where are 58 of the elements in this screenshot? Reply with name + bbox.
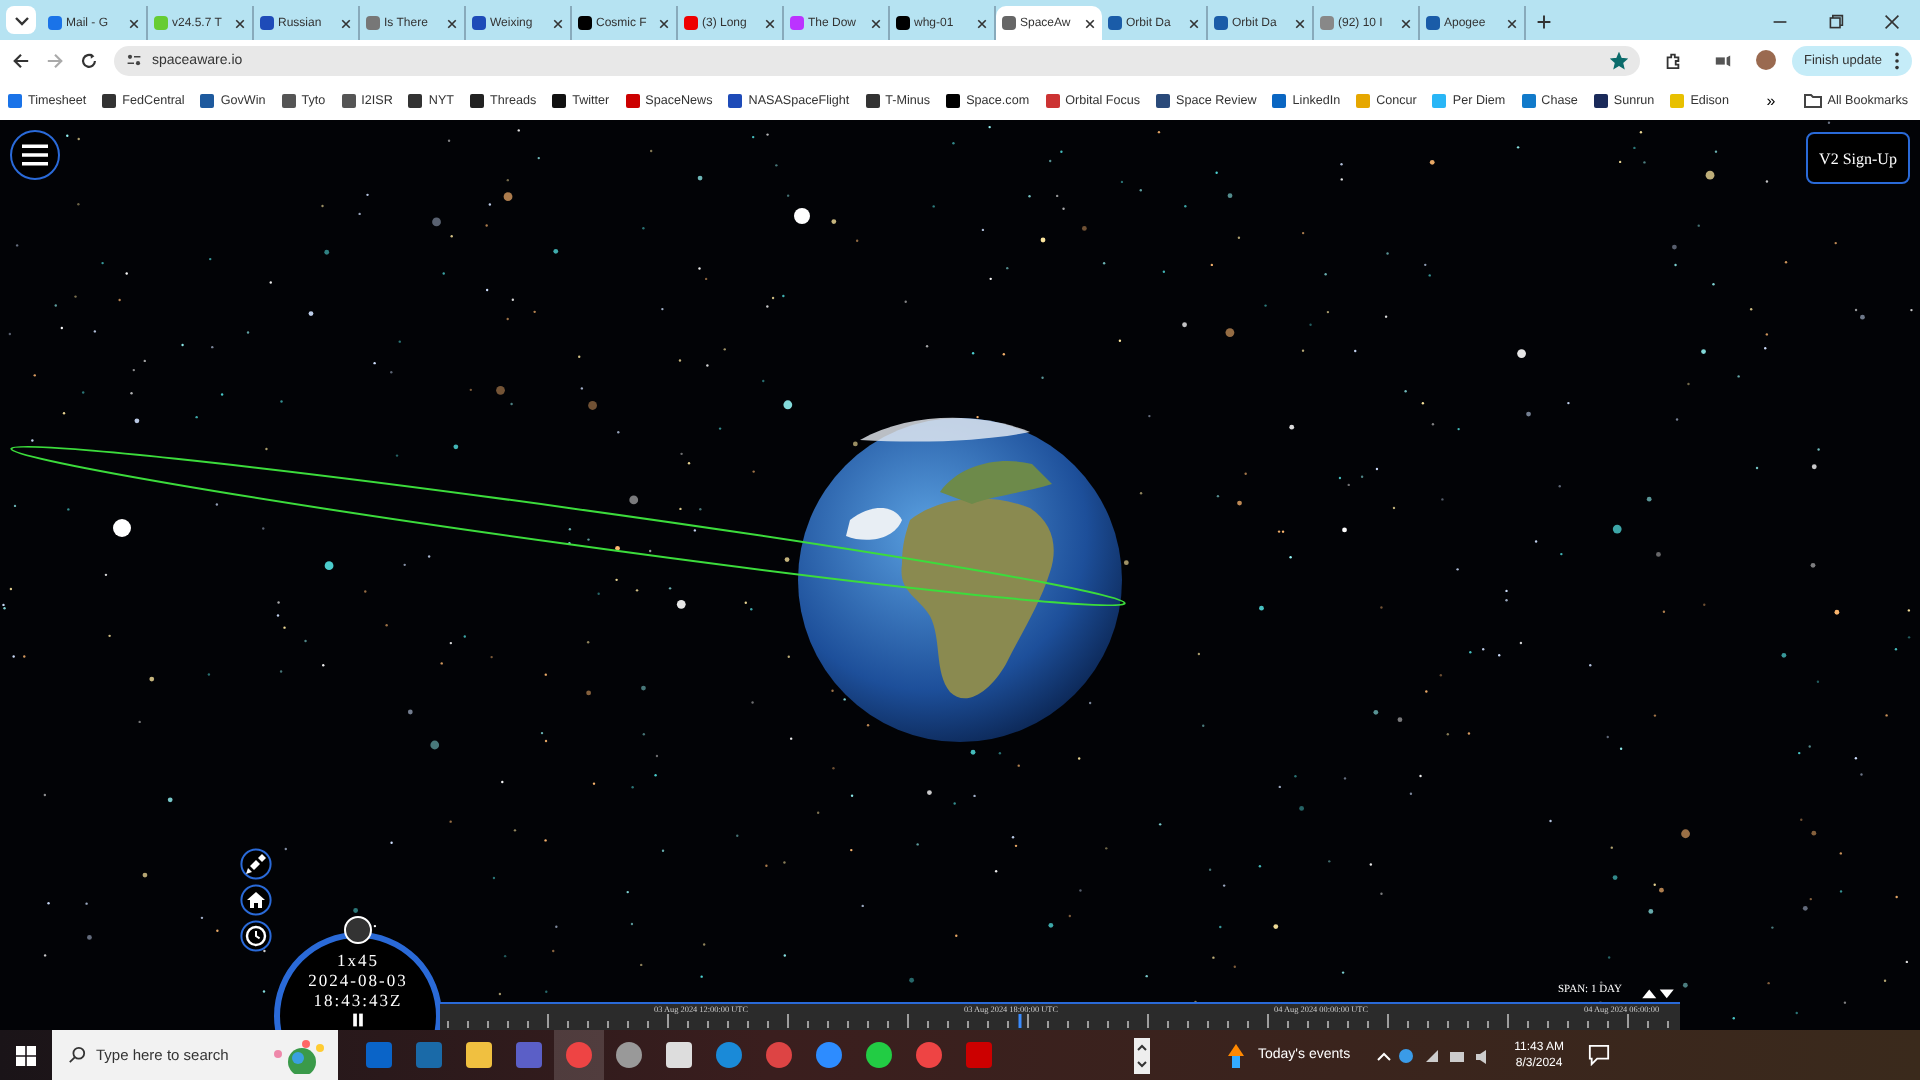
close-icon[interactable] <box>1294 17 1306 29</box>
close-icon[interactable] <box>1188 17 1200 29</box>
favicon-icon <box>260 16 274 30</box>
close-icon[interactable] <box>446 17 458 29</box>
favicon-icon <box>1214 16 1228 30</box>
close-icon[interactable] <box>870 17 882 29</box>
zoom-arrows-icon[interactable] <box>1638 986 1678 1000</box>
clock-icon[interactable] <box>240 920 272 952</box>
favicon-icon <box>684 16 698 30</box>
favicon-icon <box>1426 16 1440 30</box>
restore-icon[interactable] <box>1828 14 1844 30</box>
favicon-icon <box>896 16 910 30</box>
close-icon[interactable] <box>1400 17 1412 29</box>
close-icon[interactable] <box>1884 14 1900 30</box>
profile-avatar[interactable] <box>1755 50 1776 70</box>
site-settings-icon[interactable] <box>126 52 142 68</box>
close-icon[interactable] <box>658 17 670 29</box>
favicon-icon <box>366 16 380 30</box>
events-icon <box>1226 1043 1246 1067</box>
bookmark-star-icon[interactable] <box>1609 51 1628 69</box>
favicon-icon <box>1002 16 1016 30</box>
close-icon[interactable] <box>1506 17 1518 29</box>
extensions-icon[interactable] <box>1663 51 1682 69</box>
close-icon[interactable] <box>128 17 140 29</box>
reload-icon[interactable] <box>80 51 98 69</box>
start-icon[interactable] <box>16 1045 36 1065</box>
time-label: 18:43:43Z <box>313 990 403 1010</box>
favicon-icon <box>790 16 804 30</box>
date-label: 2024-08-03 <box>308 970 408 990</box>
close-icon[interactable] <box>552 17 564 29</box>
search-icon <box>68 1046 86 1064</box>
close-icon[interactable] <box>234 17 246 29</box>
close-icon[interactable] <box>1084 17 1096 29</box>
browser-icon[interactable] <box>554 1030 604 1080</box>
tab-search-button[interactable] <box>6 6 36 34</box>
home-icon[interactable] <box>240 884 272 916</box>
more-bookmarks-button[interactable]: » <box>1754 91 1788 109</box>
favicon-icon <box>1320 16 1334 30</box>
back-icon[interactable] <box>12 51 30 69</box>
more-icon <box>1894 51 1900 69</box>
scroll-arrows-icon[interactable] <box>1134 1037 1150 1073</box>
notifications-icon[interactable] <box>1588 1044 1610 1066</box>
close-icon[interactable] <box>340 17 352 29</box>
folder-icon <box>1803 93 1822 107</box>
media-icon[interactable] <box>1713 51 1732 69</box>
menu-icon <box>22 144 48 166</box>
new-tab-icon[interactable] <box>1536 14 1552 30</box>
favicon-icon <box>48 16 62 30</box>
favicon-icon <box>578 16 592 30</box>
pause-icon[interactable] <box>350 1012 366 1028</box>
caret-icon <box>13 12 29 28</box>
favicon-icon <box>1108 16 1122 30</box>
speed-label: 1x45 <box>337 950 379 970</box>
sign-up-button[interactable]: V2 Sign-Up <box>1806 132 1910 184</box>
close-icon[interactable] <box>976 17 988 29</box>
favicon-icon <box>472 16 486 30</box>
favicon-icon <box>154 16 168 30</box>
close-icon[interactable] <box>764 17 776 29</box>
